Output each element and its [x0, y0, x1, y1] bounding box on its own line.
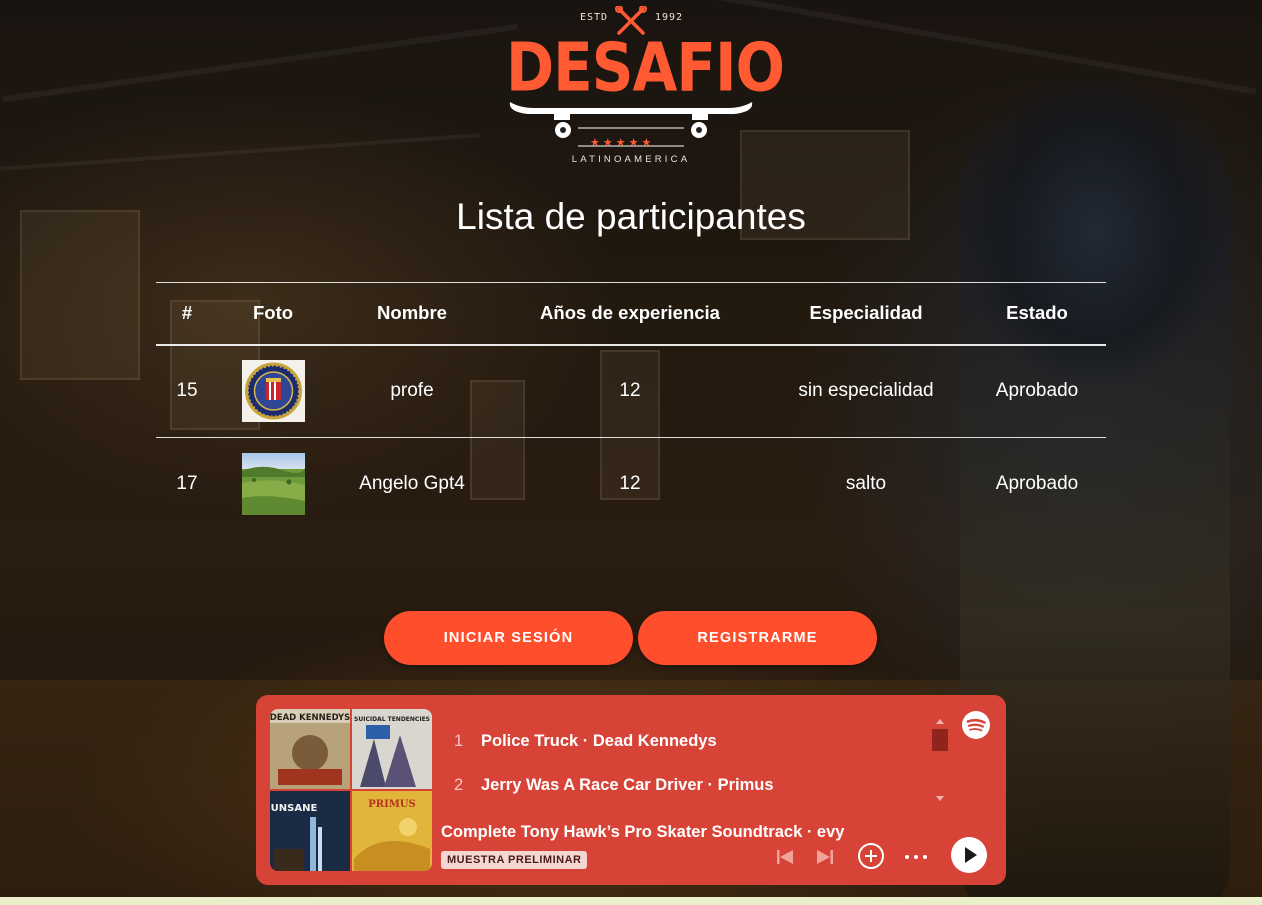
logo-stars: ★★★★★	[590, 137, 655, 149]
spotify-embed-player: DEAD KENNEDYS SUICIDAL TENDENCIES UNSANE…	[256, 695, 1006, 885]
track-title: Jerry Was A Race Car Driver · Primus	[481, 775, 774, 794]
previous-icon[interactable]	[775, 847, 795, 867]
next-icon[interactable]	[815, 847, 835, 867]
participant-photo-cell	[218, 345, 328, 438]
participant-name: profe	[390, 380, 434, 402]
svg-text:UNSANE: UNSANE	[271, 803, 318, 814]
participant-id: 17	[176, 473, 198, 495]
landscape-image	[241, 453, 305, 516]
svg-text:DEAD KENNEDYS: DEAD KENNEDYS	[270, 713, 350, 723]
playlist-cover[interactable]: DEAD KENNEDYS SUICIDAL TENDENCIES UNSANE…	[270, 709, 432, 871]
track-item[interactable]: 2 Jerry Was A Race Car Driver · Primus	[454, 763, 924, 807]
fbi-seal-image	[241, 360, 305, 423]
header-photo: Foto	[252, 302, 294, 324]
playlist-cover-collage: DEAD KENNEDYS SUICIDAL TENDENCIES UNSANE…	[270, 709, 432, 871]
spotify-icon[interactable]	[961, 710, 991, 740]
svg-text:PRIMUS: PRIMUS	[368, 799, 416, 810]
participant-photo	[241, 360, 305, 423]
desafio-logo: ESTD 1992 DESAFIO ★★★★★ LATINOAMERICA	[506, 6, 785, 166]
participant-status: Aprobado	[995, 380, 1079, 402]
logo-estd-text: ESTD	[580, 12, 609, 23]
participant-specialty: salto	[845, 473, 887, 495]
table-row: 15 profe 12 sin especialidad Aprobado	[156, 345, 1106, 438]
participant-name: Angelo Gpt4	[359, 473, 465, 495]
page-title: Lista de participantes	[456, 196, 806, 237]
preview-badge: MUESTRA PRELIMINAR	[441, 851, 588, 869]
register-button[interactable]: REGISTRARME	[638, 611, 877, 665]
header-name: Nombre	[377, 302, 447, 324]
participant-specialty: sin especialidad	[798, 380, 934, 402]
track-number: 2	[454, 775, 464, 794]
header-experience: Años de experiencia	[540, 302, 720, 324]
table-row: 17 Angelo Gpt4 12 salto Aprobado	[156, 437, 1106, 531]
header-number: #	[181, 302, 193, 324]
participants-table: # Foto Nombre Años de experiencia Especi…	[156, 282, 1106, 531]
participant-photo	[241, 453, 305, 516]
track-list-scrollbar[interactable]	[932, 717, 948, 803]
track-number: 1	[454, 731, 464, 750]
track-title: Police Truck · Dead Kennedys	[481, 731, 717, 750]
logo-year-text: 1992	[655, 12, 684, 23]
table-header-row: # Foto Nombre Años de experiencia Especi…	[156, 282, 1106, 345]
participant-id: 15	[176, 380, 198, 402]
playlist-title[interactable]: Complete Tony Hawk’s Pro Skater Soundtra…	[441, 823, 911, 842]
header-status: Estado	[1006, 302, 1068, 324]
header-specialty: Especialidad	[809, 302, 923, 324]
logo-title: DESAFIO	[506, 28, 785, 107]
participant-experience: 12	[619, 380, 641, 402]
logo-subtitle: LATINOAMERICA	[571, 154, 691, 165]
participant-status: Aprobado	[995, 473, 1079, 495]
svg-text:SUICIDAL TENDENCIES: SUICIDAL TENDENCIES	[354, 716, 430, 723]
login-button[interactable]: INICIAR SESIÓN	[384, 611, 633, 665]
play-icon[interactable]	[950, 836, 988, 874]
track-list: 1 Police Truck · Dead Kennedys 2 Jerry W…	[454, 719, 924, 807]
add-icon[interactable]	[857, 842, 885, 870]
track-item[interactable]: 1 Police Truck · Dead Kennedys	[454, 719, 924, 763]
more-icon[interactable]	[904, 852, 928, 862]
participant-photo-cell	[218, 438, 328, 531]
participant-experience: 12	[619, 473, 641, 495]
